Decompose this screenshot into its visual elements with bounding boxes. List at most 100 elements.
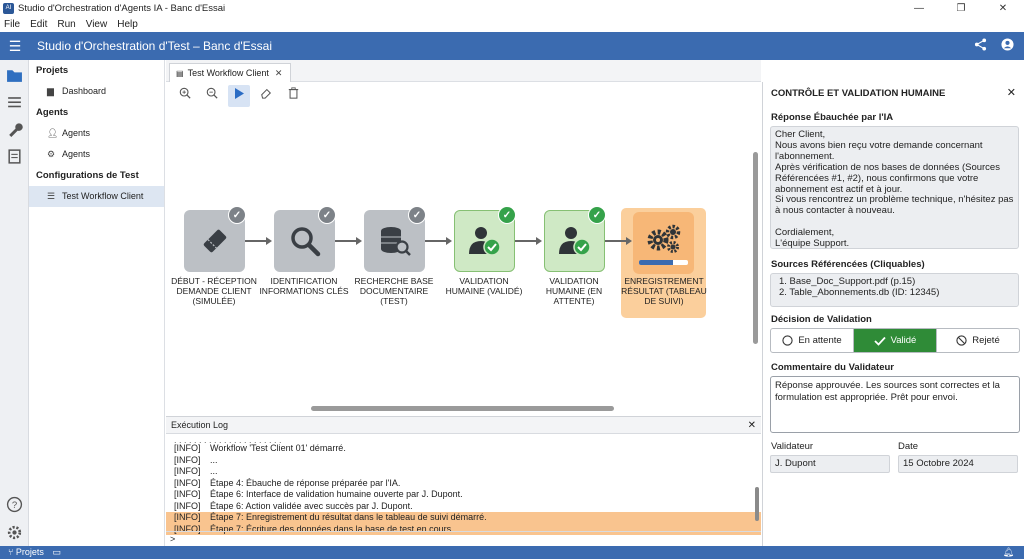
menu-help[interactable]: Help [117,19,138,30]
status-bar: ⑂ Projets ▭ 🔔︎ [0,546,1024,559]
node-label: VALIDATION HUMAINE (EN ATTENTE) [545,276,603,306]
node-check-icon: ✓ [318,206,336,224]
decision-validated-option[interactable]: Validé [853,329,936,352]
node-check-icon: ✓ [498,206,516,224]
account-icon[interactable] [1001,38,1014,51]
validation-panel: CONTRÔLE ET VALIDATION HUMAINE ✕ Réponse… [762,82,1024,546]
gears-icon [647,224,680,253]
log-command-input[interactable]: > [166,531,761,546]
ticket-icon [203,229,226,253]
sources-label: Sources Référencées (Cliquables) [771,259,925,270]
comment-label: Commentaire du Validateur [771,362,895,373]
database-search-icon [380,227,411,256]
user-check-icon [468,227,501,256]
zoom-out-icon [206,87,218,99]
sidebar-item-test-workflow[interactable]: ☰ Test Workflow Client [29,186,164,207]
log-title: Exécution Log [171,420,229,430]
log-line: [INFO]... [174,466,218,476]
menu-edit[interactable]: Edit [30,19,47,30]
flow-arrow [335,237,362,245]
node-check-icon: ✓ [228,206,246,224]
workflow-tab-icon: ▤ [176,68,184,78]
layout-icon[interactable]: ▭ [52,547,61,557]
canvas-toolbar [166,83,761,109]
log-line: [INFO] Workflow 'Test Client 01' démarré. [174,443,346,453]
sidebar-section-projets[interactable]: Projets [29,60,164,81]
sidebar-section-agents[interactable]: Agents [29,102,164,123]
close-tab-icon[interactable]: ✕ [275,68,283,79]
sidebar-item-dashboard[interactable]: ▆ Dashboard [29,81,164,102]
flow-arrow [515,237,542,245]
folder-icon: ▆ [47,86,54,96]
folder-icon[interactable] [6,67,23,84]
workflow-node-enregistrement[interactable] [633,212,694,274]
wrench-icon[interactable] [6,121,23,138]
sidebar-item-label: Agents [62,149,91,159]
help-icon[interactable]: ? [6,496,23,513]
log-line: [INFO] Étape 6: Action validée avec succè… [174,500,413,511]
node-label: IDENTIFICATION INFORMATIONS CLÉS [259,276,349,296]
trash-icon [288,87,298,99]
zoom-in-icon [179,87,191,99]
window-titlebar: AI Studio d'Orchestration d'Agents IA - … [0,0,1024,17]
document-icon[interactable] [6,148,23,165]
sidebar-item-agents-person[interactable]: 👤︎ Agents [29,123,164,144]
tab-test-workflow-client[interactable]: ▤ Test Workflow Client ✕ [169,63,291,82]
sources-box: 1. Base_Doc_Support.pdf (p.15) 2. Table_… [770,273,1019,307]
validator-field[interactable]: J. Dupont [770,455,890,473]
tab-label: Test Workflow Client [187,68,269,78]
window-title: Studio d'Orchestration d'Agents IA - Ban… [18,3,226,14]
validator-comment-textarea[interactable]: Réponse approuvée. Les sources sont corr… [770,376,1020,433]
log-line-highlighted: [INFO] Étape 7: Enregistrement du résulta… [166,512,761,524]
flow-arrow [425,237,452,245]
notification-bell-icon[interactable]: 🔔︎ [1003,546,1014,559]
menu-run[interactable]: Run [57,19,75,30]
clear-button[interactable] [255,85,277,107]
sidebar-item-agents-gear[interactable]: ⚙ Agents [29,144,164,165]
menu-bar: File Edit Run View Help [0,17,1024,32]
node-check-icon: ✓ [408,206,426,224]
draft-response-box[interactable]: Cher Client, Nous avons bien reçu votre … [770,126,1019,249]
hamburger-menu-icon[interactable]: ☰ [0,38,30,55]
status-projects[interactable]: Projets [16,547,44,557]
node-label: ENREGISTREMENT RÉSULTAT (TABLEAU DE SUIV… [621,276,707,306]
execution-log-panel: Exécution Log ✕ . . . . . . . . . . . . … [166,416,761,546]
canvas-vertical-scrollbar[interactable] [753,152,758,344]
svg-text:?: ? [12,500,17,511]
share-icon[interactable] [974,38,987,51]
zoom-in-button[interactable] [174,85,196,107]
log-scrollbar[interactable] [755,487,759,521]
log-header: Exécution Log ✕ [166,417,761,434]
menu-file[interactable]: File [4,19,20,30]
maximize-button[interactable]: ❐ [940,0,982,17]
play-icon [235,88,244,99]
zoom-out-button[interactable] [201,85,223,107]
sidebar-item-label: Agents [62,128,91,138]
sidebar-section-configurations[interactable]: Configurations de Test [29,165,164,186]
source-link[interactable]: 2. Table_Abonnements.db (ID: 12345) [779,287,1014,299]
sidebar-item-label: Dashboard [62,86,107,96]
date-field[interactable]: 15 Octobre 2024 [898,455,1018,473]
close-window-button[interactable]: ✕ [982,0,1024,17]
minimize-button[interactable]: — [898,0,940,17]
branch-icon: ⑂ [8,547,14,557]
close-panel-icon[interactable]: ✕ [1007,86,1016,99]
date-label: Date [898,441,919,452]
menu-view[interactable]: View [86,19,108,30]
settings-icon[interactable] [6,524,23,541]
node-progress-fill [639,260,674,265]
sidebar-item-label: Test Workflow Client [62,191,144,201]
gear-icon: ⚙ [47,149,56,159]
decision-rejected-option[interactable]: Rejeté [936,329,1019,352]
decision-pending-option[interactable]: En attente [771,329,853,352]
list-icon[interactable] [6,94,23,111]
canvas-horizontal-scrollbar[interactable] [311,406,614,411]
close-log-icon[interactable]: ✕ [748,417,756,434]
search-icon [290,227,320,257]
run-button[interactable] [228,85,250,107]
window-controls: — ❐ ✕ [898,0,1024,17]
log-line: [INFO] Étape 4: Ébauche de réponse prépar… [174,477,401,488]
validator-label: Validateur [771,441,814,452]
person-icon: 👤︎ [47,128,59,138]
delete-button[interactable] [282,85,304,107]
